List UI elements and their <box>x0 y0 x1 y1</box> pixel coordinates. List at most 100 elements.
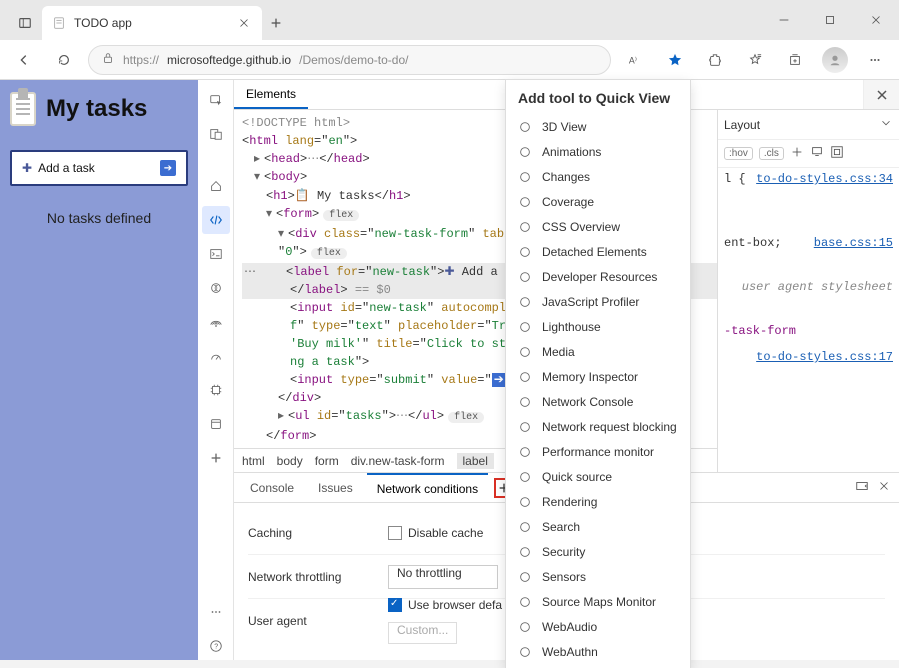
popup-item-3d-view[interactable]: 3D View <box>506 114 690 139</box>
sources-icon[interactable] <box>202 274 230 302</box>
popup-item-webaudio[interactable]: WebAudio <box>506 614 690 639</box>
close-window-button[interactable] <box>853 0 899 40</box>
breadcrumb-div[interactable]: div.new-task-form <box>351 454 445 468</box>
tab-close-icon[interactable] <box>236 15 252 31</box>
chevron-down-icon[interactable] <box>879 116 893 133</box>
performance-icon[interactable] <box>202 342 230 370</box>
maximize-button[interactable] <box>807 0 853 40</box>
popup-item-network-request-blocking[interactable]: Network request blocking <box>506 414 690 439</box>
popup-item-source-maps-monitor[interactable]: Source Maps Monitor <box>506 589 690 614</box>
popup-item-sensors[interactable]: Sensors <box>506 564 690 589</box>
styles-tabs: Layout <box>718 110 899 140</box>
devtools-more-icon[interactable] <box>202 598 230 626</box>
popup-item-changes[interactable]: Changes <box>506 164 690 189</box>
url-host: microsoftedge.github.io <box>167 53 291 67</box>
browser-tab[interactable]: TODO app <box>42 6 262 40</box>
drawer-tab-console[interactable]: Console <box>240 473 304 502</box>
box-model-icon[interactable] <box>830 145 844 162</box>
computed-icon[interactable] <box>810 145 824 162</box>
css-link-1[interactable]: to-do-styles.css:34 <box>756 172 893 186</box>
tab-favicon-icon <box>52 16 66 30</box>
tool-icon <box>518 220 532 234</box>
popup-item-search[interactable]: Search <box>506 514 690 539</box>
popup-item-css-overview[interactable]: CSS Overview <box>506 214 690 239</box>
breadcrumb-html[interactable]: html <box>242 454 265 468</box>
tool-icon <box>518 545 532 559</box>
tool-icon <box>518 145 532 159</box>
profile-avatar[interactable] <box>819 44 851 76</box>
popup-item-animations[interactable]: Animations <box>506 139 690 164</box>
new-tab-button[interactable] <box>262 6 290 40</box>
popup-item-performance-monitor[interactable]: Performance monitor <box>506 439 690 464</box>
popup-item-detached-elements[interactable]: Detached Elements <box>506 239 690 264</box>
application-icon[interactable] <box>202 410 230 438</box>
throttling-select[interactable]: No throttling <box>388 565 498 589</box>
tab-title: TODO app <box>74 16 228 30</box>
tab-elements[interactable]: Elements <box>234 80 308 109</box>
favorite-star-icon[interactable] <box>659 44 691 76</box>
popup-item-security[interactable]: Security <box>506 539 690 564</box>
minimize-button[interactable] <box>761 0 807 40</box>
address-bar[interactable]: https://microsoftedge.github.io/Demos/de… <box>88 45 611 75</box>
use-browser-default-checkbox[interactable] <box>388 598 402 612</box>
tool-icon <box>518 495 532 509</box>
popup-item-media[interactable]: Media <box>506 339 690 364</box>
popup-item-javascript-profiler[interactable]: JavaScript Profiler <box>506 289 690 314</box>
favorites-icon[interactable] <box>739 44 771 76</box>
tool-icon <box>518 520 532 534</box>
popup-item-rendering[interactable]: Rendering <box>506 489 690 514</box>
drawer-tab-network-conditions[interactable]: Network conditions <box>367 473 488 502</box>
new-style-icon[interactable] <box>790 145 804 162</box>
breadcrumb-form[interactable]: form <box>315 454 339 468</box>
elements-icon[interactable] <box>202 206 230 234</box>
breadcrumb-label[interactable]: label <box>457 453 494 469</box>
popup-item-developer-resources[interactable]: Developer Resources <box>506 264 690 289</box>
welcome-icon[interactable] <box>202 172 230 200</box>
device-icon[interactable] <box>202 120 230 148</box>
tab-actions-icon[interactable] <box>8 6 42 40</box>
tool-icon <box>518 470 532 484</box>
svg-text:A⁾: A⁾ <box>629 55 637 65</box>
console-icon[interactable] <box>202 240 230 268</box>
breadcrumb-body[interactable]: body <box>277 454 303 468</box>
tool-icon <box>518 170 532 184</box>
svg-text:?: ? <box>214 644 218 651</box>
tool-icon <box>518 645 532 659</box>
memory-icon[interactable] <box>202 376 230 404</box>
extensions-icon[interactable] <box>699 44 731 76</box>
css-link-2[interactable]: base.css:15 <box>814 236 893 250</box>
drawer-close-icon[interactable] <box>877 479 891 496</box>
user-agent-label: User agent <box>248 614 388 628</box>
popup-item-webauthn[interactable]: WebAuthn <box>506 639 690 664</box>
tool-icon <box>518 195 532 209</box>
submit-arrow-icon[interactable]: ➔ <box>160 160 176 176</box>
tab-layout[interactable]: Layout <box>724 118 760 132</box>
disable-cache-checkbox[interactable] <box>388 526 402 540</box>
cls-toggle[interactable]: .cls <box>759 147 784 160</box>
drawer-tab-issues[interactable]: Issues <box>308 473 363 502</box>
url-protocol: https:// <box>123 53 159 67</box>
back-button[interactable] <box>8 44 40 76</box>
popup-item-lighthouse[interactable]: Lighthouse <box>506 314 690 339</box>
css-link-3[interactable]: to-do-styles.css:17 <box>756 350 893 364</box>
popup-item-quick-source[interactable]: Quick source <box>506 464 690 489</box>
drawer-expand-icon[interactable] <box>855 479 869 496</box>
popup-item-memory-inspector[interactable]: Memory Inspector <box>506 364 690 389</box>
more-tools-icon[interactable] <box>202 444 230 472</box>
devtools-close-button[interactable] <box>863 80 899 109</box>
help-icon[interactable]: ? <box>202 632 230 660</box>
lock-icon <box>101 51 115 68</box>
styles-rules[interactable]: to-do-styles.css:34l { base.css:15 ent-b… <box>718 168 899 472</box>
hov-toggle[interactable]: :hov <box>724 147 753 160</box>
popup-item-network-console[interactable]: Network Console <box>506 389 690 414</box>
collections-icon[interactable] <box>779 44 811 76</box>
read-aloud-icon[interactable]: A⁾ <box>619 44 651 76</box>
inspect-icon[interactable] <box>202 86 230 114</box>
add-task-input[interactable]: ✚ Add a task ➔ <box>10 150 188 186</box>
refresh-button[interactable] <box>48 44 80 76</box>
popup-item-coverage[interactable]: Coverage <box>506 189 690 214</box>
network-icon[interactable] <box>202 308 230 336</box>
tool-icon <box>518 395 532 409</box>
styles-toolbar: :hov .cls <box>718 140 899 168</box>
settings-menu-icon[interactable] <box>859 44 891 76</box>
